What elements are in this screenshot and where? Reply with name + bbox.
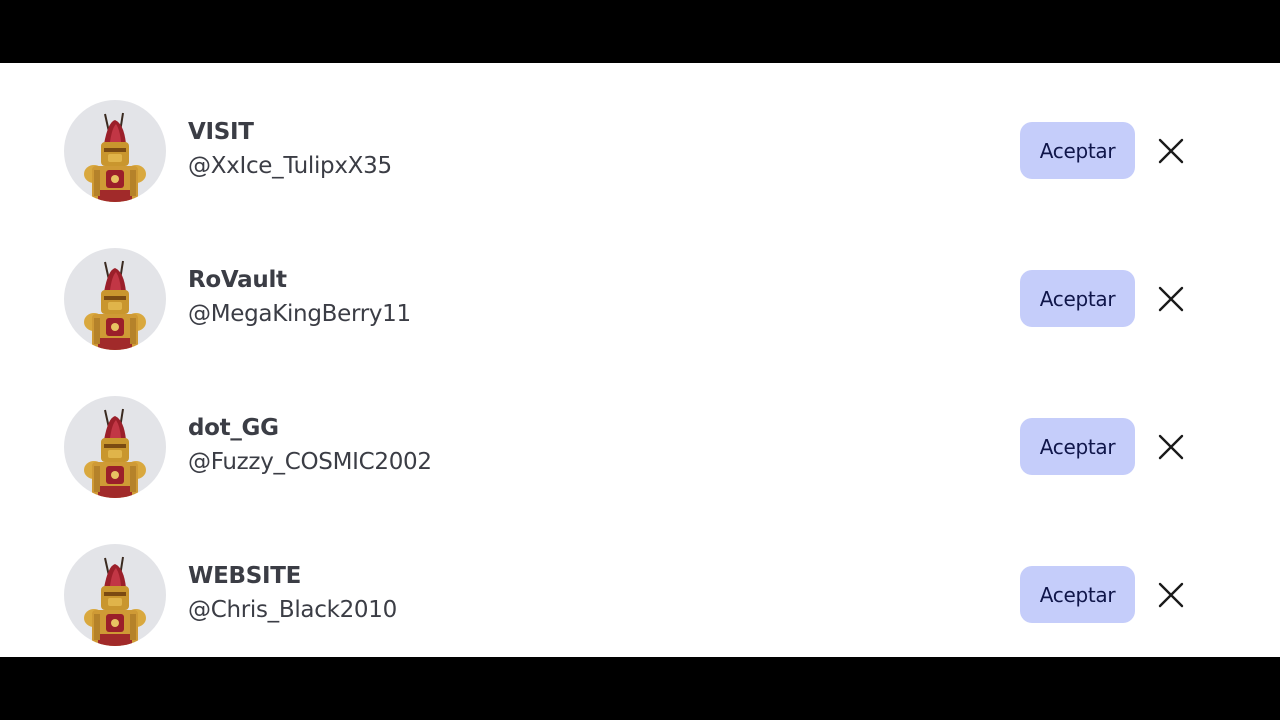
close-icon[interactable]	[1152, 428, 1190, 466]
display-name[interactable]: VISIT	[188, 119, 254, 145]
username: @XxIce_TulipxX35	[188, 153, 392, 179]
friend-requests-list: VISIT @XxIce_TulipxX35 Aceptar RoVault @…	[0, 63, 1280, 657]
accept-button[interactable]: Aceptar	[1020, 418, 1135, 475]
request-row: RoVault @MegaKingBerry11 Aceptar	[0, 247, 1280, 351]
username: @Chris_Black2010	[188, 597, 397, 623]
accept-button[interactable]: Aceptar	[1020, 270, 1135, 327]
request-row: VISIT @XxIce_TulipxX35 Aceptar	[0, 99, 1280, 203]
close-icon[interactable]	[1152, 280, 1190, 318]
request-row: WEBSITE @Chris_Black2010 Aceptar	[0, 543, 1280, 647]
username: @Fuzzy_COSMIC2002	[188, 449, 432, 475]
knight-avatar-icon[interactable]	[64, 248, 166, 350]
request-row: dot_GG @Fuzzy_COSMIC2002 Aceptar	[0, 395, 1280, 499]
accept-button[interactable]: Aceptar	[1020, 566, 1135, 623]
knight-avatar-icon[interactable]	[64, 544, 166, 646]
username: @MegaKingBerry11	[188, 301, 411, 327]
display-name[interactable]: RoVault	[188, 267, 287, 293]
accept-button[interactable]: Aceptar	[1020, 122, 1135, 179]
display-name[interactable]: dot_GG	[188, 415, 279, 441]
close-icon[interactable]	[1152, 132, 1190, 170]
knight-avatar-icon[interactable]	[64, 100, 166, 202]
knight-avatar-icon[interactable]	[64, 396, 166, 498]
display-name[interactable]: WEBSITE	[188, 563, 301, 589]
close-icon[interactable]	[1152, 576, 1190, 614]
